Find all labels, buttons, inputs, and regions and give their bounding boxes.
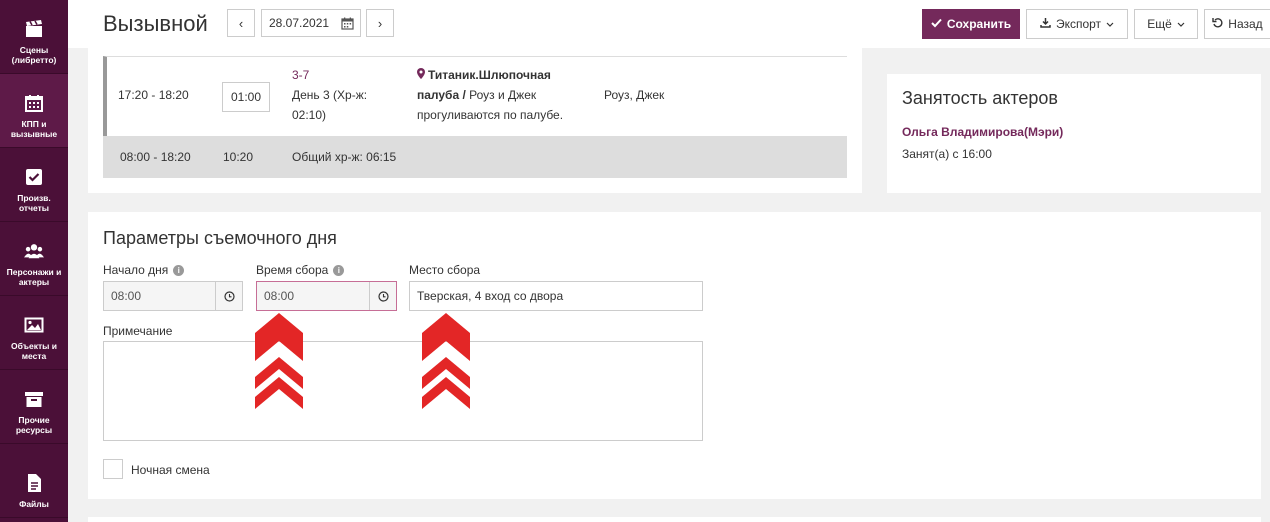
start-time-input[interactable] [104,282,215,310]
description-text: Роуз и Джек [465,88,537,102]
chevron-down-icon [1177,17,1185,31]
sidebar-item-characters[interactable]: Персонажи и актеры [0,222,68,296]
scene-characters: Роуз, Джек [604,88,665,102]
page-header: Вызывной ‹ › Сохранить Экспорт Ещё Назад [68,0,1270,48]
total-duration: 10:20 [223,150,254,164]
chevron-right-icon: › [377,15,383,31]
clock-icon[interactable] [369,282,396,310]
sidebar-item-resources[interactable]: Прочие ресурсы [0,370,68,444]
back-button[interactable]: Назад [1204,9,1270,39]
save-label: Сохранить [946,17,1012,31]
more-button[interactable]: Ещё [1134,9,1198,39]
night-shift-checkbox[interactable] [103,459,123,479]
gather-label-text: Время сбора [256,263,329,277]
actors-card: Занятость актеров Ольга Владимирова(Мэри… [887,74,1261,193]
scene-day: День 3 (Хр-ж: [292,88,368,102]
more-label: Ещё [1147,17,1172,31]
file-icon [24,473,44,493]
scene-number[interactable]: 3-7 [292,65,309,85]
clock-icon[interactable] [215,282,242,310]
export-button[interactable]: Экспорт [1026,9,1128,39]
night-shift-label: Ночная смена [131,463,210,477]
sidebar-item-label: КПП и вызывные [10,119,58,139]
scene-duration-total: 02:10) [292,108,327,122]
sidebar-item-files[interactable]: Файлы [0,444,68,518]
download-icon [1040,17,1051,31]
sidebar-item-label: Объекты и места [11,341,57,361]
calendar-icon [24,93,44,113]
place-field[interactable] [409,281,703,311]
sidebar-item-locations[interactable]: Объекты и места [0,296,68,370]
params-title: Параметры съемочного дня [103,228,337,248]
gather-label: Время сбора i [256,263,345,277]
save-button[interactable]: Сохранить [922,9,1020,39]
scene-time: 17:20 - 18:20 [118,88,189,102]
location-name: Титаник.Шлюпочная [428,68,551,82]
undo-icon [1212,17,1223,31]
actor-name[interactable]: Ольга Владимирова(Мэри) [902,125,1063,139]
up-arrow-annotation-icon [422,313,470,409]
location-name-cont: палуба / [417,88,466,102]
date-input[interactable] [262,10,334,36]
next-date-button[interactable]: › [366,9,394,37]
date-picker[interactable] [261,9,361,37]
people-icon [24,241,44,261]
scene-description: палуба / Роуз и Джек [417,85,536,105]
sidebar-item-scenes[interactable]: Сцены (либретто) [0,0,68,74]
checkbox-icon [24,167,44,187]
archive-icon [24,389,44,409]
gather-time-field[interactable] [256,281,397,311]
start-label-text: Начало дня [103,263,169,277]
calendar-icon[interactable] [334,10,360,36]
note-textarea[interactable] [103,341,703,441]
table-row[interactable]: 17:20 - 18:20 01:00 3-7 День 3 (Хр-ж: 02… [103,56,847,136]
sidebar-item-label: Файлы [19,499,49,509]
info-icon[interactable]: i [173,264,185,276]
page-title: Вызывной [103,11,208,36]
note-label: Примечание [103,324,173,338]
schedule-card: 17:20 - 18:20 01:00 3-7 День 3 (Хр-ж: 02… [88,48,862,193]
total-time: 08:00 - 18:20 [120,150,191,164]
sidebar-item-label: Произв. отчеты [17,193,51,213]
info-icon[interactable]: i [333,264,345,276]
scene-description-2: прогуливаются по палубе. [417,108,564,122]
chevron-down-icon [1106,17,1114,31]
sidebar-item-callsheets[interactable]: КПП и вызывные [0,74,68,148]
chevron-left-icon: ‹ [238,15,244,31]
sidebar: Сцены (либретто) КПП и вызывные Произв. … [0,0,68,522]
place-label: Место сбора [409,263,481,277]
prev-date-button[interactable]: ‹ [227,9,255,37]
image-icon [24,315,44,335]
sidebar-item-reports[interactable]: Произв. отчеты [0,148,68,222]
export-label: Экспорт [1055,17,1102,31]
map-marker-icon [417,65,425,85]
sidebar-item-label: Сцены (либретто) [11,45,57,65]
next-section [88,517,1261,522]
actor-status: Занят(а) с 16:00 [902,147,992,161]
scene-duration[interactable]: 01:00 [222,82,270,112]
sidebar-item-label: Персонажи и актеры [6,267,62,287]
sidebar-item-label: Прочие ресурсы [15,415,53,435]
check-icon [931,17,942,31]
total-row: 08:00 - 18:20 10:20 Общий хр-ж: 06:15 [103,136,847,178]
start-time-field[interactable] [103,281,243,311]
place-input[interactable] [410,282,700,310]
start-label: Начало дня i [103,263,185,277]
back-label: Назад [1228,17,1263,31]
actors-title: Занятость актеров [902,88,1058,108]
gather-time-input[interactable] [257,282,369,310]
total-summary: Общий хр-ж: 06:15 [292,150,397,164]
up-arrow-annotation-icon [255,313,303,409]
clapperboard-icon [24,19,44,39]
scene-location: Титаник.Шлюпочная [417,65,551,85]
